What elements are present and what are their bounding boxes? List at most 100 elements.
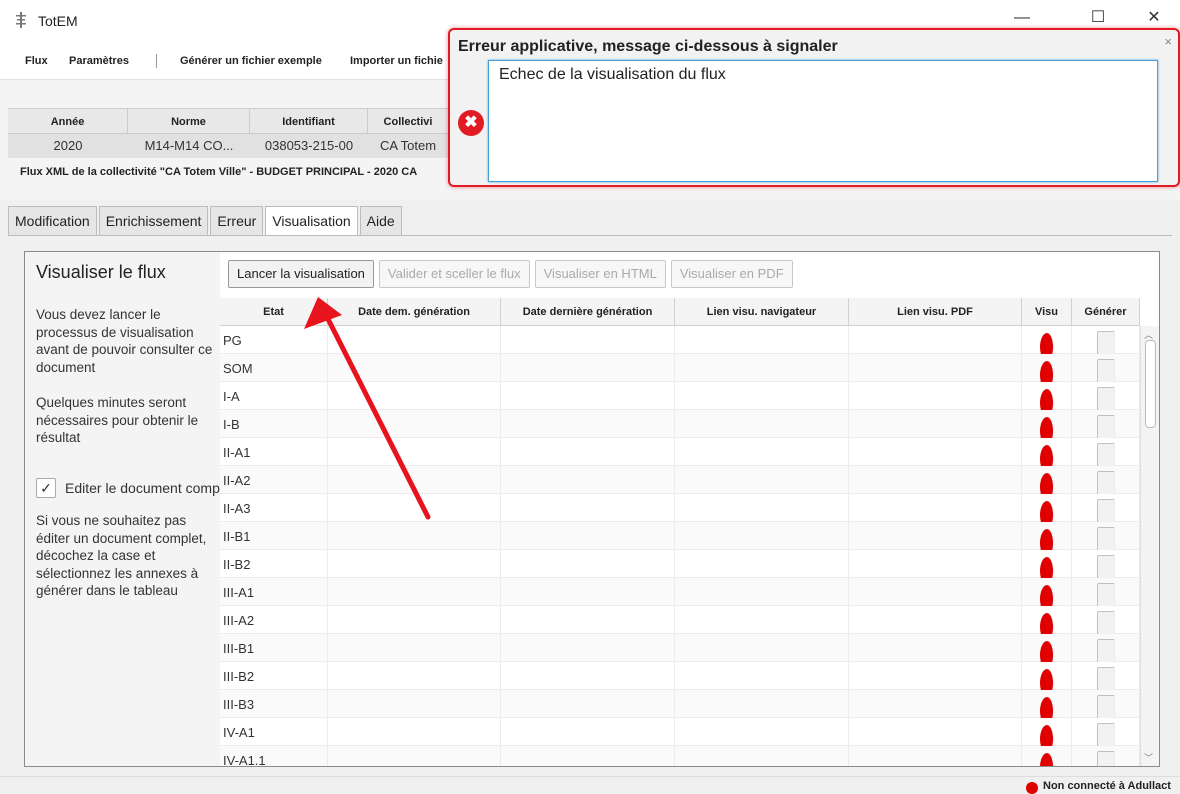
table-row[interactable]: III-A2 <box>220 606 1140 634</box>
table-cell <box>501 494 675 522</box>
col-visu[interactable]: Visu <box>1022 298 1072 325</box>
visualisation-panel: Visualiser le flux Vous devez lancer le … <box>24 251 1160 767</box>
tab-aide[interactable]: Aide <box>359 206 402 236</box>
table-cell <box>501 438 675 466</box>
info-grid-header: Année Norme Identifiant Collectivi <box>8 108 448 134</box>
cell-etat: III-B3 <box>220 690 328 718</box>
generer-checkbox[interactable] <box>1096 583 1115 606</box>
table-cell <box>675 718 849 746</box>
cell-etat: III-B1 <box>220 634 328 662</box>
status-dot-icon <box>1039 613 1054 634</box>
menu-parametres[interactable]: Paramètres <box>69 55 129 67</box>
error-message-field[interactable]: Echec de la visualisation du flux <box>488 60 1158 182</box>
close-icon[interactable]: × <box>1164 34 1172 49</box>
table-cell <box>849 550 1022 578</box>
cell-etat: III-B2 <box>220 662 328 690</box>
info-header-norme[interactable]: Norme <box>128 109 250 133</box>
col-lien-pdf[interactable]: Lien visu. PDF <box>849 298 1022 325</box>
generer-checkbox[interactable] <box>1096 499 1115 522</box>
tab-visualisation[interactable]: Visualisation <box>265 206 358 236</box>
cell-generer <box>1072 690 1140 718</box>
generer-checkbox[interactable] <box>1096 415 1115 438</box>
cell-visu <box>1022 522 1072 550</box>
col-lien-navigateur[interactable]: Lien visu. navigateur <box>675 298 849 325</box>
menu-flux[interactable]: Flux <box>25 55 48 67</box>
generer-checkbox[interactable] <box>1096 471 1115 494</box>
generer-checkbox[interactable] <box>1096 751 1115 766</box>
visualiser-html-button[interactable]: Visualiser en HTML <box>534 260 666 288</box>
menu-importer-fichier[interactable]: Importer un fichie <box>350 55 443 67</box>
table-cell <box>501 382 675 410</box>
tab-erreur[interactable]: Erreur <box>210 206 264 236</box>
cell-generer <box>1072 494 1140 522</box>
info-header-identifiant[interactable]: Identifiant <box>250 109 368 133</box>
generer-checkbox[interactable] <box>1096 387 1115 410</box>
annotation-arrow <box>304 297 431 520</box>
generer-checkbox[interactable] <box>1096 527 1115 550</box>
generer-checkbox[interactable] <box>1096 695 1115 718</box>
table-cell <box>849 466 1022 494</box>
edit-full-document-label[interactable]: Editer le document complet <box>65 480 220 496</box>
table-cell <box>849 690 1022 718</box>
table-cell <box>675 354 849 382</box>
table-row[interactable]: III-A1 <box>220 578 1140 606</box>
table-scrollbar[interactable]: ︿ ﹀ <box>1140 326 1159 766</box>
cell-generer <box>1072 662 1140 690</box>
info-header-annee[interactable]: Année <box>8 109 128 133</box>
table-row[interactable]: II-B2 <box>220 550 1140 578</box>
table-cell <box>501 550 675 578</box>
col-generer[interactable]: Générer <box>1072 298 1140 325</box>
tab-divider <box>8 235 1172 236</box>
error-dialog-title: Erreur applicative, message ci-dessous à… <box>458 38 838 55</box>
table-cell <box>675 662 849 690</box>
table-cell <box>328 690 501 718</box>
generer-checkbox[interactable] <box>1096 667 1115 690</box>
generer-checkbox[interactable] <box>1096 359 1115 382</box>
generer-checkbox[interactable] <box>1096 443 1115 466</box>
table-cell <box>328 746 501 766</box>
menu-generer-fichier[interactable]: Générer un fichier exemple <box>180 55 322 67</box>
info-header-collectivite[interactable]: Collectivi <box>368 109 448 133</box>
lancer-visualisation-button[interactable]: Lancer la visualisation <box>228 260 374 288</box>
table-cell <box>501 326 675 354</box>
table-row[interactable]: IV-A1.1 <box>220 746 1140 766</box>
table-cell <box>328 522 501 550</box>
edit-full-document-checkbox[interactable]: ✓ <box>36 478 56 498</box>
table-cell <box>328 578 501 606</box>
table-row[interactable]: II-B1 <box>220 522 1140 550</box>
status-dot-icon <box>1039 361 1054 382</box>
status-bar: Non connecté à Adullact <box>0 776 1180 794</box>
generer-checkbox[interactable] <box>1096 555 1115 578</box>
table-cell <box>849 354 1022 382</box>
valider-sceller-button[interactable]: Valider et sceller le flux <box>378 260 530 288</box>
cell-visu <box>1022 438 1072 466</box>
visualiser-pdf-button[interactable]: Visualiser en PDF <box>670 260 793 288</box>
generer-checkbox[interactable] <box>1096 611 1115 634</box>
table-cell <box>501 690 675 718</box>
cell-visu <box>1022 606 1072 634</box>
table-cell <box>849 606 1022 634</box>
table-row[interactable]: III-B3 <box>220 690 1140 718</box>
tab-enrichissement[interactable]: Enrichissement <box>98 206 209 236</box>
table-cell <box>849 578 1022 606</box>
col-date-derniere[interactable]: Date dernière génération <box>501 298 675 325</box>
cell-visu <box>1022 718 1072 746</box>
generer-checkbox[interactable] <box>1096 723 1115 746</box>
table-row[interactable]: III-B1 <box>220 634 1140 662</box>
cell-visu <box>1022 578 1072 606</box>
table-cell <box>675 466 849 494</box>
table-cell <box>675 746 849 766</box>
table-row[interactable]: IV-A1 <box>220 718 1140 746</box>
table-cell <box>328 606 501 634</box>
tab-modification[interactable]: Modification <box>8 206 97 236</box>
cell-etat: II-B2 <box>220 550 328 578</box>
table-cell <box>675 690 849 718</box>
generer-checkbox[interactable] <box>1096 331 1115 354</box>
table-cell <box>328 634 501 662</box>
generer-checkbox[interactable] <box>1096 639 1115 662</box>
table-row[interactable]: III-B2 <box>220 662 1140 690</box>
scroll-thumb[interactable] <box>1145 340 1156 428</box>
cell-generer <box>1072 578 1140 606</box>
scroll-down-icon[interactable]: ﹀ <box>1144 751 1153 764</box>
info-grid-row[interactable]: 2020 M14-M14 CO... 038053-215-00 CA Tote… <box>8 134 448 158</box>
